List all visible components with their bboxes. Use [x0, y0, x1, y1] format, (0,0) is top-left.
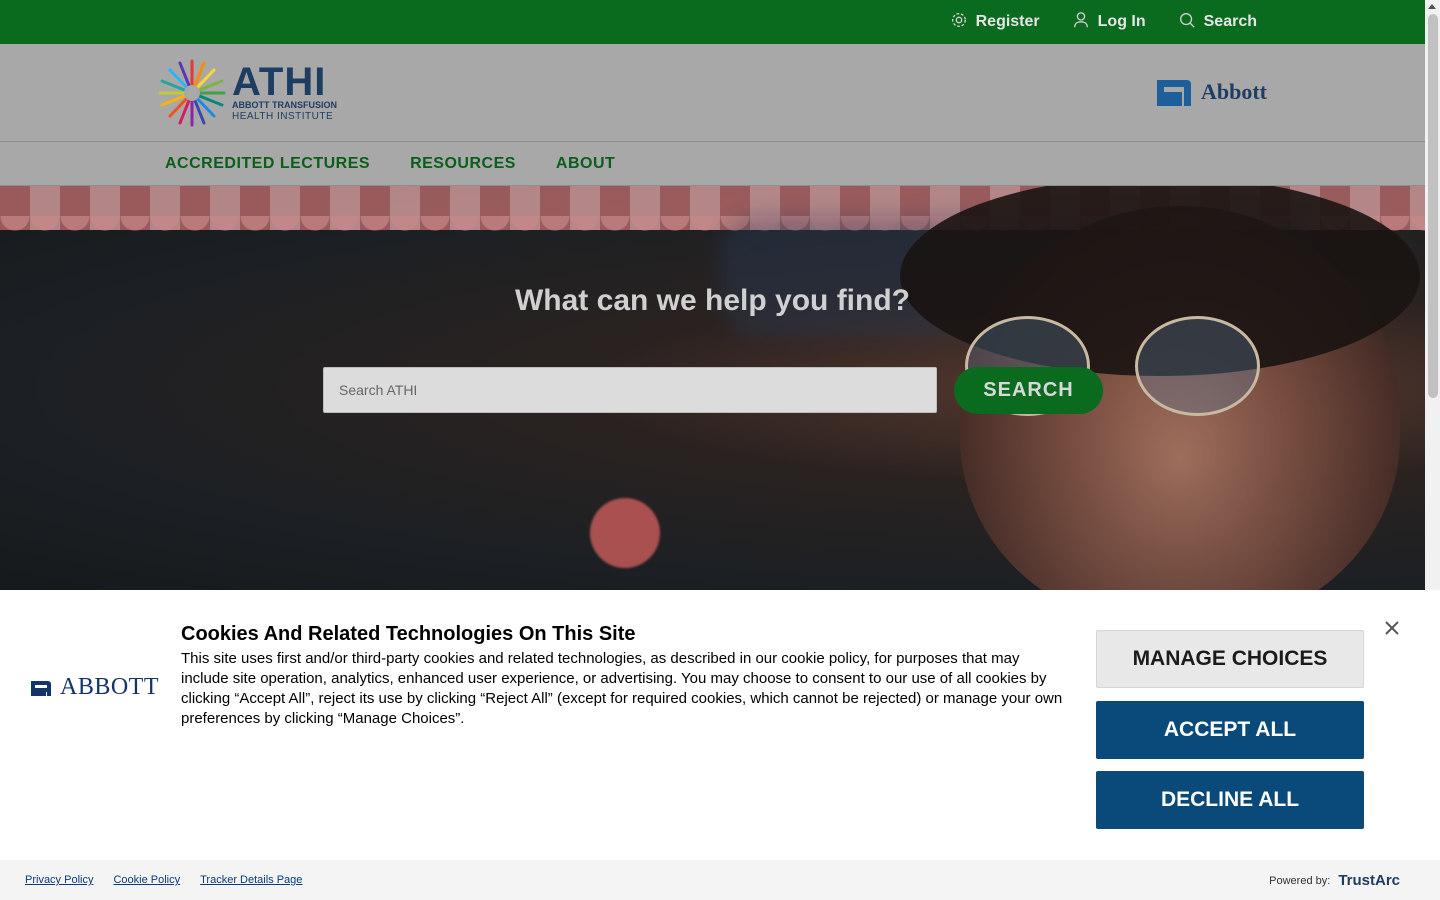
- cookie-banner: ABBOTT Cookies And Related Technologies …: [0, 590, 1440, 860]
- register-label: Register: [975, 13, 1040, 30]
- athi-logo[interactable]: ATHI ABBOTT TRANSFUSION HEALTH INSTITUTE: [158, 59, 337, 127]
- logo-title: ATHI: [232, 59, 327, 104]
- hero-search-button[interactable]: SEARCH: [954, 367, 1103, 414]
- tracker-details-link[interactable]: Tracker Details Page: [200, 874, 302, 886]
- accept-all-button[interactable]: ACCEPT ALL: [1096, 701, 1364, 759]
- abbott-wordmark: Abbott: [1200, 79, 1267, 104]
- athi-burst-icon: [158, 59, 226, 127]
- scroll-thumb[interactable]: [1428, 14, 1438, 398]
- logo-subtitle-2: HEALTH INSTITUTE: [232, 110, 334, 122]
- user-icon: [1072, 11, 1090, 34]
- site-header: ATHI ABBOTT TRANSFUSION HEALTH INSTITUTE…: [0, 44, 1425, 142]
- trustarc-logo[interactable]: TrustArc: [1338, 872, 1400, 889]
- cookie-abbott-wordmark: ABBOTT: [60, 674, 159, 700]
- nav-item-accredited-lectures[interactable]: ACCREDITED LECTURES: [165, 155, 370, 173]
- hero-section: What can we help you find? Search ATHI S…: [0, 186, 1425, 590]
- cookie-policy-link[interactable]: Cookie Policy: [113, 874, 180, 886]
- cookie-description: This site uses first and/or third-party …: [181, 650, 1063, 727]
- cookie-abbott-logo: ABBOTT: [30, 674, 159, 701]
- close-icon[interactable]: [1383, 619, 1401, 637]
- search-icon: [1178, 11, 1196, 34]
- powered-by-label: Powered by:: [1269, 874, 1331, 887]
- hero-background-glasses-right: [1135, 316, 1260, 416]
- search-link[interactable]: Search: [1178, 11, 1257, 34]
- powered-by: Powered by: TrustArc: [1269, 872, 1400, 889]
- scroll-up-arrow-icon[interactable]: [1428, 4, 1436, 9]
- cookie-title: Cookies And Related Technologies On This…: [181, 623, 636, 645]
- gear-icon: [950, 11, 968, 34]
- cookie-footer-links: Privacy Policy Cookie Policy Tracker Det…: [25, 874, 302, 886]
- login-label: Log In: [1097, 13, 1146, 30]
- hero-title: What can we help you find?: [514, 284, 910, 317]
- register-link[interactable]: Register: [950, 11, 1040, 34]
- nav-item-about[interactable]: ABOUT: [556, 155, 615, 173]
- abbott-mark-icon: [31, 680, 51, 696]
- abbott-mark-icon: [1156, 80, 1191, 106]
- main-nav: ACCREDITED LECTURES RESOURCES ABOUT: [0, 142, 1425, 186]
- nav-item-resources[interactable]: RESOURCES: [410, 155, 516, 173]
- hero-background-bokeh: [590, 498, 660, 568]
- top-utility-bar: Register Log In Search: [0, 0, 1425, 44]
- login-link[interactable]: Log In: [1072, 11, 1146, 34]
- logo-subtitle-1: ABBOTT TRANSFUSION: [232, 99, 337, 110]
- decline-all-button[interactable]: DECLINE ALL: [1096, 771, 1364, 829]
- abbott-logo[interactable]: Abbott: [1155, 76, 1267, 108]
- search-label: Search: [1203, 13, 1257, 30]
- privacy-policy-link[interactable]: Privacy Policy: [25, 874, 93, 886]
- utility-links: Register Log In Search: [950, 0, 1257, 44]
- nav-items: ACCREDITED LECTURES RESOURCES ABOUT: [165, 142, 615, 186]
- athi-logo-text: ATHI ABBOTT TRANSFUSION HEALTH INSTITUTE: [232, 59, 337, 123]
- hero-search-input[interactable]: Search ATHI: [323, 367, 937, 413]
- cookie-footer: Privacy Policy Cookie Policy Tracker Det…: [0, 860, 1440, 900]
- manage-choices-button[interactable]: MANAGE CHOICES: [1096, 630, 1364, 688]
